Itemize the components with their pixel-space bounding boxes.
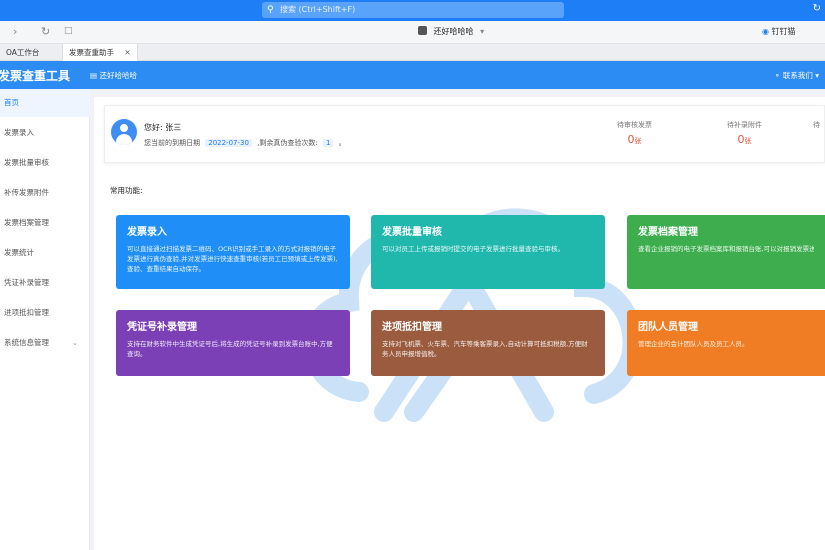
- search-icon: ⚲: [267, 5, 274, 15]
- tab-oa-workbench[interactable]: OA工作台: [0, 44, 45, 61]
- global-search-input[interactable]: ⚲ 搜索 (Ctrl+Shift+F): [262, 2, 564, 18]
- user-name: 张三: [165, 123, 182, 132]
- stat-pending-attachments[interactable]: 待补录附件 0张: [727, 120, 762, 146]
- refresh-icon[interactable]: ↻: [813, 3, 821, 14]
- workspace-switcher[interactable]: 还好哈哈哈 ▾: [418, 26, 484, 37]
- expiry-info: 您当前的到期日期 2022-07-30 ,剩余真伪查验次数: 1 。: [144, 138, 346, 148]
- contact-label: 联系我们: [782, 71, 813, 80]
- greeting-label: 您好:: [144, 123, 163, 132]
- card-title: 进项抵扣管理: [382, 322, 442, 333]
- forward-icon[interactable]: ›: [13, 25, 17, 38]
- avatar-head: [120, 124, 128, 132]
- avatar: [111, 119, 137, 145]
- stat-pending-review[interactable]: 待审核发票 0张: [617, 120, 652, 146]
- sidebar-item-invoice-entry[interactable]: 发票录入: [0, 119, 90, 147]
- chevron-down-icon: ⌄: [71, 338, 78, 347]
- card-desc: 查看企业报销的电子发票档案库和报销台账,可以对报销发票进行管理。: [638, 245, 814, 253]
- close-icon[interactable]: ✕: [124, 48, 130, 57]
- sidebar-item-label: 补传发票附件: [4, 188, 49, 197]
- dingding-icon: ◉: [762, 27, 769, 36]
- card-title: 发票档案管理: [638, 227, 698, 238]
- expand-icon[interactable]: □: [64, 26, 73, 36]
- card-team-management[interactable]: 团队人员管理 管理企业的会计团队人员及员工人员。: [627, 310, 825, 376]
- card-desc: 可以对员工上传或报销时提交的电子发票进行批量查验与审核。: [382, 245, 564, 253]
- card-title: 团队人员管理: [638, 322, 698, 333]
- app-title: 发票查重工具: [0, 69, 71, 83]
- stat-label: 待审核发票: [617, 121, 652, 129]
- card-invoice-archive[interactable]: 发票档案管理 查看企业报销的电子发票档案库和报销台账,可以对报销发票进行管理。: [627, 215, 825, 289]
- sidebar-item-upload-attachments[interactable]: 补传发票附件: [0, 179, 90, 207]
- search-placeholder: 搜索 (Ctrl+Shift+F): [280, 5, 356, 14]
- sidebar-item-label: 发票统计: [4, 248, 34, 257]
- card-desc: 管理企业的会计团队人员及员工人员。: [638, 340, 749, 348]
- chevron-down-icon: ▾: [480, 27, 485, 36]
- card-invoice-entry[interactable]: 发票录入 可以直接通过扫描发票二维码、OCR识别或手工录入的方式对报销的电子发票…: [116, 215, 350, 289]
- main-content: 您好: 张三 您当前的到期日期 2022-07-30 ,剩余真伪查验次数: 1 …: [94, 97, 825, 550]
- browser-toolbar: › ↻ □ 还好哈哈哈 ▾ ◉ 钉钉猫: [0, 21, 825, 44]
- app-header: 发票查重工具 ▤ 还好哈哈哈 ⚬ 联系我们 ▾: [0, 61, 825, 89]
- tab-label: OA工作台: [6, 48, 40, 57]
- avatar-body: [116, 134, 132, 145]
- card-desc: 可以直接通过扫描发票二维码、OCR识别或手工录入的方式对报销的电子发票进行真伪查…: [127, 245, 338, 273]
- card-desc: 支持对飞机票、火车票、汽车等乘客票录入,自动计算可抵扣税额,方便财务人员申报增值…: [382, 340, 588, 358]
- tab-bar: OA工作台 发票查重助手 ✕: [0, 44, 825, 61]
- sidebar-item-input-deduction[interactable]: 进项抵扣管理: [0, 299, 90, 327]
- sidebar: 首页 发票录入 发票批量审核 补传发票附件 发票档案管理 发票统计 凭证补录管理…: [0, 89, 90, 550]
- sidebar-item-label: 发票录入: [4, 128, 34, 137]
- sidebar-item-label: 凭证补录管理: [4, 278, 49, 287]
- stat-third[interactable]: 待: [813, 120, 820, 130]
- sidebar-item-batch-review[interactable]: 发票批量审核: [0, 149, 90, 177]
- reload-icon[interactable]: ↻: [41, 25, 50, 38]
- remain-suffix: 。: [338, 139, 346, 147]
- header-workspace-name: 还好哈哈哈: [99, 71, 137, 80]
- card-title: 发票批量审核: [382, 227, 442, 238]
- section-title: 常用功能:: [110, 186, 143, 195]
- building-icon: ▤: [90, 71, 98, 80]
- sidebar-item-invoice-stats[interactable]: 发票统计: [0, 239, 90, 267]
- remain-label: ,剩余真伪查验次数:: [257, 139, 318, 147]
- chevron-down-icon: ▾: [815, 71, 819, 80]
- stat-value: 0张: [727, 133, 762, 146]
- sidebar-item-label: 系统信息管理: [4, 338, 49, 347]
- expire-date: 2022-07-30: [205, 139, 252, 147]
- dingding-label: 钉钉猫: [771, 27, 796, 36]
- header-workspace[interactable]: ▤ 还好哈哈哈: [90, 70, 137, 81]
- stat-value: 0张: [617, 133, 652, 146]
- stat-unit: 张: [634, 137, 642, 145]
- sidebar-item-label: 发票批量审核: [4, 158, 49, 167]
- workspace-logo-icon: [418, 26, 427, 35]
- contact-icon: ⚬: [774, 71, 781, 80]
- stat-label: 待补录附件: [727, 121, 762, 129]
- sidebar-item-invoice-archive[interactable]: 发票档案管理: [0, 209, 90, 237]
- remain-count: 1: [322, 139, 334, 147]
- expire-label: 您当前的到期日期: [144, 139, 200, 147]
- card-voucher-entry[interactable]: 凭证号补录管理 支持在财务软件中生成凭证号后,将生成的凭证号补录到发票台账中,方…: [116, 310, 350, 376]
- stat-number: 0: [737, 133, 745, 146]
- contact-us-menu[interactable]: ⚬ 联系我们 ▾: [774, 70, 819, 81]
- sidebar-item-system-info[interactable]: 系统信息管理 ⌄: [0, 329, 90, 357]
- title-bar: ⚲ 搜索 (Ctrl+Shift+F) ↻: [0, 0, 825, 21]
- stat-unit: 张: [744, 137, 752, 145]
- stat-label: 待: [813, 121, 820, 129]
- sidebar-item-label: 发票档案管理: [4, 218, 49, 227]
- card-title: 发票录入: [127, 227, 167, 238]
- sidebar-item-label: 进项抵扣管理: [4, 308, 49, 317]
- tab-invoice-assistant[interactable]: 发票查重助手 ✕: [62, 44, 138, 61]
- tab-label: 发票查重助手: [69, 48, 114, 57]
- card-input-deduction[interactable]: 进项抵扣管理 支持对飞机票、火车票、汽车等乘客票录入,自动计算可抵扣税额,方便财…: [371, 310, 605, 376]
- dingding-button[interactable]: ◉ 钉钉猫: [762, 26, 796, 37]
- sidebar-item-label: 首页: [4, 98, 19, 107]
- workspace-name: 还好哈哈哈: [433, 27, 474, 36]
- card-desc: 支持在财务软件中生成凭证号后,将生成的凭证号补录到发票台账中,方便查询。: [127, 340, 333, 358]
- greeting: 您好: 张三: [144, 122, 181, 133]
- sidebar-item-voucher-entry[interactable]: 凭证补录管理: [0, 269, 90, 297]
- card-batch-review[interactable]: 发票批量审核 可以对员工上传或报销时提交的电子发票进行批量查验与审核。: [371, 215, 605, 289]
- user-info-panel: 您好: 张三 您当前的到期日期 2022-07-30 ,剩余真伪查验次数: 1 …: [104, 105, 825, 163]
- cloud-watermark-icon: [302, 208, 643, 422]
- sidebar-item-home[interactable]: 首页: [0, 89, 90, 117]
- card-title: 凭证号补录管理: [127, 322, 197, 333]
- stat-number: 0: [627, 133, 635, 146]
